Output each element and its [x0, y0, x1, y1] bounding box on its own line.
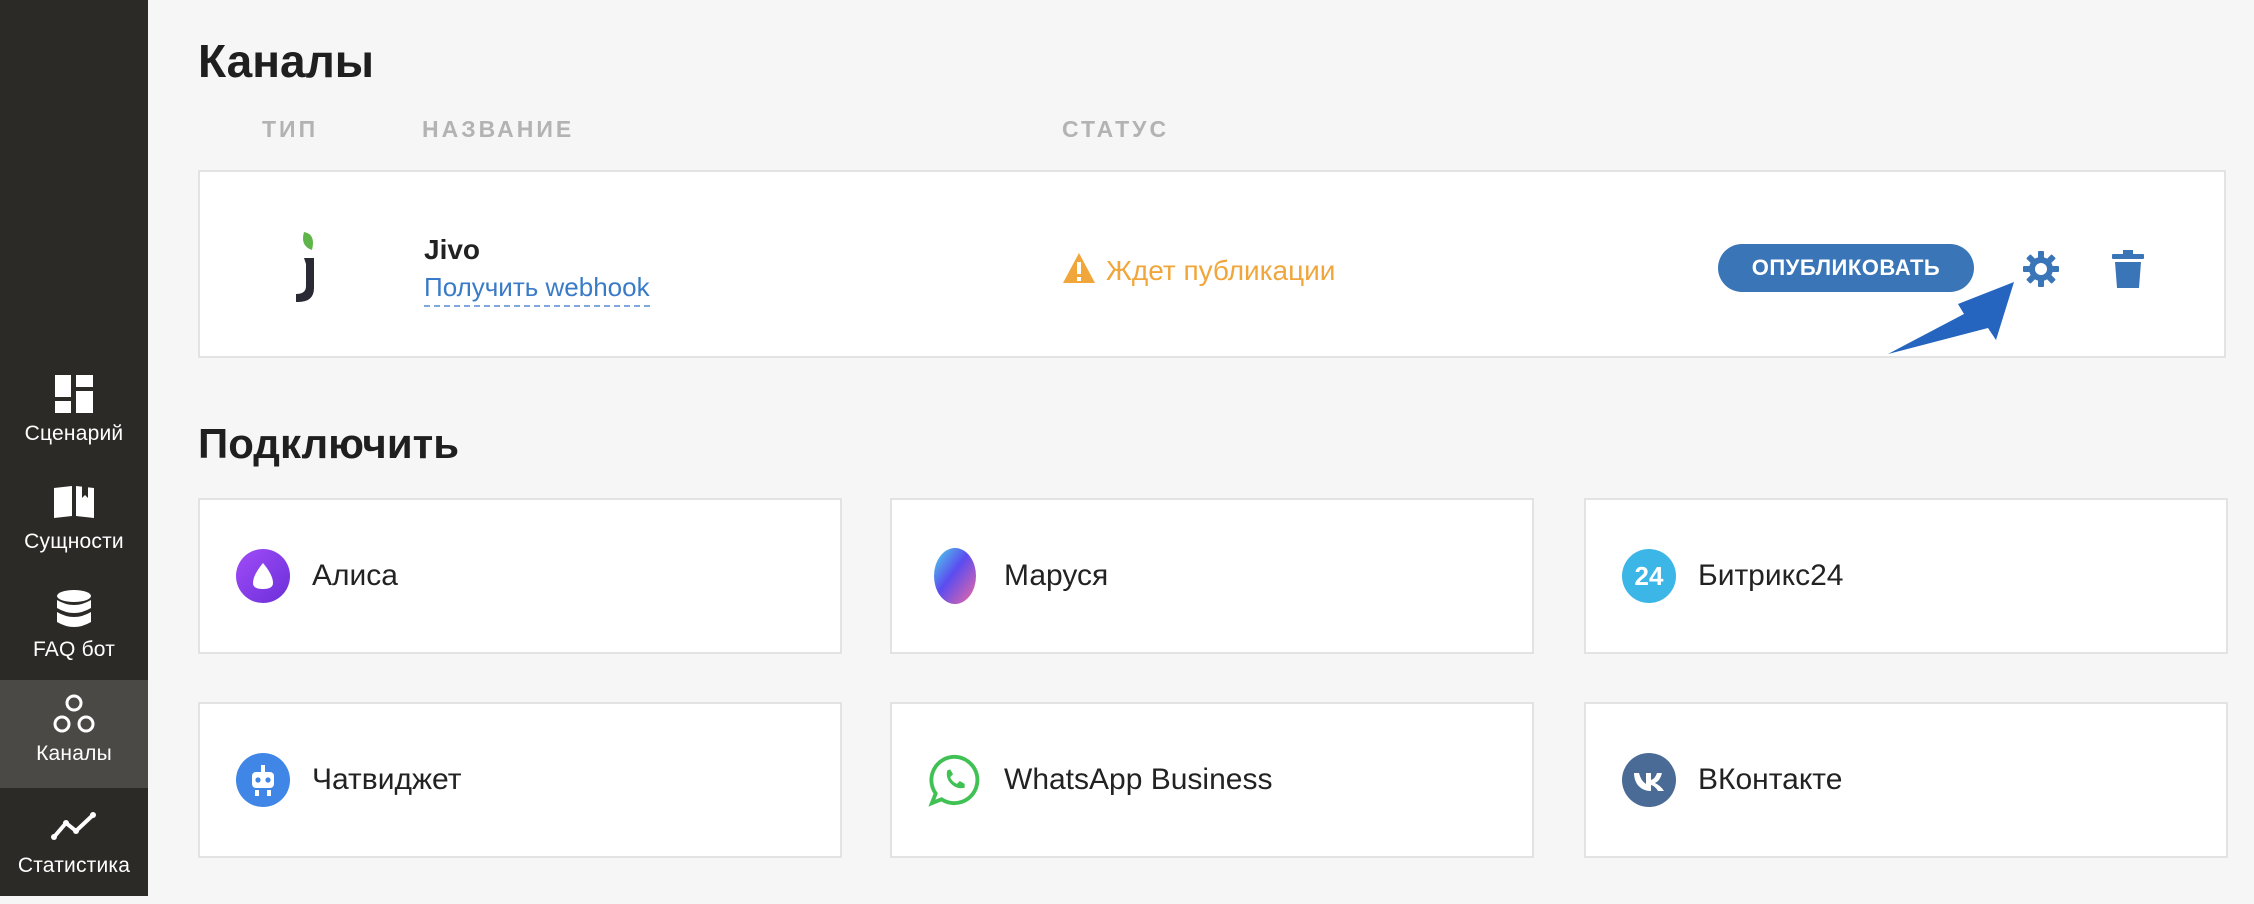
connect-alice[interactable]: Алиса: [198, 498, 842, 654]
get-webhook-link[interactable]: Получить webhook: [424, 272, 650, 307]
connect-chat-widget[interactable]: Чатвиджет: [198, 702, 842, 858]
column-header-name: НАЗВАНИЕ: [422, 116, 575, 142]
sidebar-item-label: Каналы: [36, 742, 112, 765]
sidebar-item-channels[interactable]: Каналы: [0, 680, 148, 788]
svg-text:24: 24: [1635, 561, 1664, 591]
alice-icon: [236, 549, 290, 603]
warning-icon: [1062, 252, 1096, 289]
jivo-logo-icon: [290, 230, 318, 311]
sidebar-item-label: Сценарий: [24, 422, 124, 445]
trash-icon[interactable]: [2112, 250, 2144, 293]
connect-whatsapp[interactable]: WhatsApp Business: [890, 702, 1534, 858]
connect-item-label: Чатвиджет: [312, 763, 462, 796]
whatsapp-icon: [928, 753, 982, 807]
channels-icon: [52, 694, 96, 734]
dashboard-icon: [55, 374, 93, 414]
vk-icon: [1622, 753, 1676, 807]
connect-bitrix24[interactable]: 24 Битрикс24: [1584, 498, 2228, 654]
connect-item-label: WhatsApp Business: [1004, 763, 1273, 796]
sidebar-item-label: Сущности: [24, 530, 124, 553]
connect-marusya[interactable]: Маруся: [890, 498, 1534, 654]
sidebar: Сценарий Сущности FAQ бот Каналы Статист…: [0, 0, 148, 896]
connect-item-label: ВКонтакте: [1698, 763, 1843, 796]
connect-item-label: Маруся: [1004, 559, 1109, 592]
chat-widget-icon: [236, 753, 290, 807]
sidebar-item-faq[interactable]: FAQ бот: [0, 580, 148, 688]
bitrix24-icon: 24: [1622, 549, 1676, 603]
book-icon: [52, 482, 96, 522]
sidebar-item-label: Статистика: [17, 854, 131, 877]
status-text: Ждет публикации: [1106, 254, 1336, 286]
connect-item-label: Битрикс24: [1698, 559, 1844, 592]
column-header-type: ТИП: [262, 116, 319, 142]
sidebar-item-label: FAQ бот: [32, 638, 116, 661]
sidebar-item-scenario[interactable]: Сценарий: [0, 364, 148, 472]
arrow-pointer-icon: [1888, 270, 2030, 361]
page-title: Каналы: [198, 35, 375, 87]
marusya-icon: [928, 548, 982, 604]
connect-item-label: Алиса: [312, 559, 398, 592]
sidebar-item-statistics[interactable]: Статистика: [0, 796, 148, 904]
sidebar-item-entities[interactable]: Сущности: [0, 472, 148, 580]
connect-vk[interactable]: ВКонтакте: [1584, 702, 2228, 858]
channel-status: Ждет публикации: [1062, 252, 1335, 289]
column-header-status: СТАТУС: [1062, 116, 1170, 142]
chart-line-icon: [51, 806, 97, 846]
database-icon: [56, 590, 92, 630]
connect-section-title: Подключить: [198, 420, 460, 467]
channel-name: Jivo: [424, 234, 481, 265]
